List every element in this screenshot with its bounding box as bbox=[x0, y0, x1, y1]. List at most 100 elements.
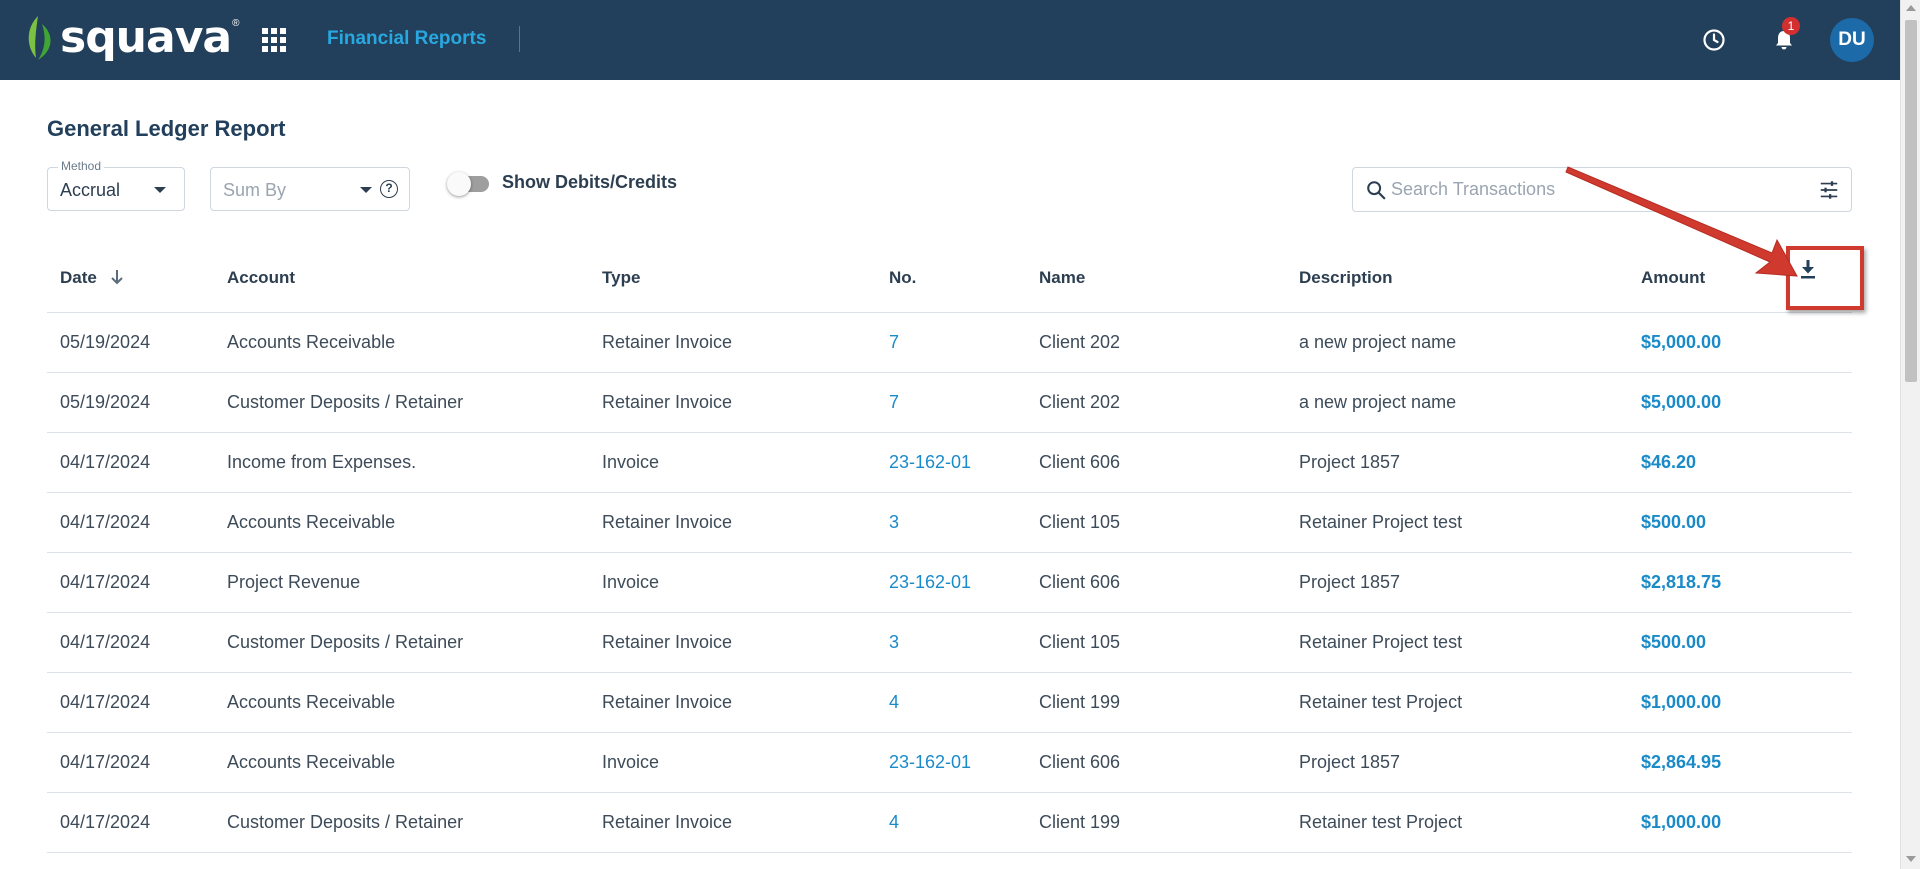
page-scrollbar[interactable] bbox=[1900, 0, 1920, 869]
cell-amount-link[interactable]: $5,000.00 bbox=[1641, 332, 1721, 353]
cell-number-link[interactable]: 23-162-01 bbox=[889, 572, 971, 593]
table-row[interactable]: 04/17/2024 Customer Deposits / Retainer Re… bbox=[47, 793, 1852, 853]
sliders-icon[interactable] bbox=[1818, 179, 1840, 201]
table-row[interactable]: 04/17/2024 Accounts Receivable Invoice 23-1… bbox=[47, 733, 1852, 793]
table-header-row: Date Account Type No. Name Description A… bbox=[47, 248, 1852, 313]
cell-name: Client 606 bbox=[1039, 572, 1121, 592]
registered-mark: ® bbox=[232, 18, 240, 29]
search-input[interactable] bbox=[1391, 169, 1791, 210]
scroll-up-arrow-icon[interactable] bbox=[1906, 5, 1916, 11]
cell-date: 04/17/2024 bbox=[60, 812, 151, 832]
user-avatar[interactable]: DU bbox=[1830, 18, 1874, 62]
column-header-date[interactable]: Date bbox=[60, 268, 124, 288]
cell-type: Retainer Invoice bbox=[602, 692, 733, 712]
column-header-no[interactable]: No. bbox=[889, 268, 916, 288]
cell-account: Accounts Receivable bbox=[227, 692, 396, 712]
cell-description: Project 1857 bbox=[1299, 572, 1401, 592]
cell-type: Retainer Invoice bbox=[602, 392, 733, 412]
cell-amount-link[interactable]: $500.00 bbox=[1641, 632, 1706, 653]
cell-account: Customer Deposits / Retainer bbox=[227, 392, 464, 412]
module-title[interactable]: Financial Reports bbox=[327, 28, 486, 50]
cell-description: a new project name bbox=[1299, 392, 1457, 412]
column-header-type[interactable]: Type bbox=[602, 268, 640, 288]
column-header-amount[interactable]: Amount bbox=[1641, 268, 1705, 288]
column-header-description[interactable]: Description bbox=[1299, 268, 1393, 288]
cell-account: Customer Deposits / Retainer bbox=[227, 632, 464, 652]
table-row[interactable]: 04/17/2024 Accounts Receivable Retainer In… bbox=[47, 673, 1852, 733]
cell-number-link[interactable]: 4 bbox=[889, 692, 899, 713]
cell-date: 04/17/2024 bbox=[60, 692, 151, 712]
page-title: General Ledger Report bbox=[47, 116, 286, 141]
cell-date: 05/19/2024 bbox=[60, 392, 151, 412]
cell-number-link[interactable]: 3 bbox=[889, 632, 899, 653]
show-debits-credits-toggle[interactable] bbox=[447, 172, 491, 196]
cell-number-link[interactable]: 3 bbox=[889, 512, 899, 533]
cell-date: 04/17/2024 bbox=[60, 512, 151, 532]
table-row[interactable]: 04/17/2024 Project Revenue Invoice 23-162-0… bbox=[47, 553, 1852, 613]
cell-name: Client 199 bbox=[1039, 692, 1121, 712]
cell-description: Retainer Project test bbox=[1299, 632, 1463, 652]
brand-name: squava bbox=[60, 12, 232, 63]
table-row[interactable]: 04/17/2024 Accounts Receivable Retainer In… bbox=[47, 493, 1852, 553]
cell-number-link[interactable]: 4 bbox=[889, 812, 899, 833]
sum-by-select[interactable]: Sum By ? bbox=[210, 167, 410, 211]
column-header-account[interactable]: Account bbox=[227, 268, 295, 288]
leaf-logo-icon bbox=[28, 15, 51, 60]
cell-type: Retainer Invoice bbox=[602, 332, 733, 352]
cell-account: Accounts Receivable bbox=[227, 512, 396, 532]
cell-type: Invoice bbox=[602, 752, 660, 772]
cell-number-link[interactable]: 7 bbox=[889, 332, 899, 353]
cell-number-link[interactable]: 23-162-01 bbox=[889, 752, 971, 773]
cell-account: Project Revenue bbox=[227, 572, 361, 592]
table-row[interactable]: 04/17/2024 Income from Expenses. Invoice 23… bbox=[47, 433, 1852, 493]
cell-date: 04/17/2024 bbox=[60, 752, 151, 772]
general-ledger-table: Date Account Type No. Name Description A… bbox=[47, 248, 1852, 853]
cell-type: Retainer Invoice bbox=[602, 512, 733, 532]
cell-amount-link[interactable]: $5,000.00 bbox=[1641, 392, 1721, 413]
column-header-label: Date bbox=[60, 268, 97, 287]
top-navigation-bar: squava ® Financial Reports 1 DU bbox=[0, 0, 1900, 80]
table-row[interactable]: 05/19/2024 Accounts Receivable Retainer In… bbox=[47, 313, 1852, 373]
cell-number-link[interactable]: 7 bbox=[889, 392, 899, 413]
help-icon[interactable]: ? bbox=[380, 180, 398, 198]
cell-type: Retainer Invoice bbox=[602, 812, 733, 832]
scrollbar-thumb[interactable] bbox=[1905, 20, 1917, 382]
table-row[interactable]: 05/19/2024 Customer Deposits / Retainer Re… bbox=[47, 373, 1852, 433]
cell-date: 04/17/2024 bbox=[60, 632, 151, 652]
grid-icon[interactable] bbox=[262, 28, 286, 52]
cell-description: Project 1857 bbox=[1299, 452, 1401, 472]
cell-description: Project 1857 bbox=[1299, 752, 1401, 772]
cell-name: Client 202 bbox=[1039, 332, 1121, 352]
cell-name: Client 105 bbox=[1039, 632, 1121, 652]
cell-account: Customer Deposits / Retainer bbox=[227, 812, 464, 832]
cell-description: Retainer test Project bbox=[1299, 692, 1463, 712]
cell-account: Accounts Receivable bbox=[227, 332, 396, 352]
cell-amount-link[interactable]: $2,864.95 bbox=[1641, 752, 1721, 773]
clock-icon[interactable] bbox=[1702, 28, 1726, 52]
cell-type: Invoice bbox=[602, 452, 660, 472]
column-header-name[interactable]: Name bbox=[1039, 268, 1085, 288]
scroll-down-arrow-icon[interactable] bbox=[1906, 856, 1916, 862]
cell-type: Invoice bbox=[602, 572, 660, 592]
notification-badge: 1 bbox=[1782, 17, 1800, 35]
table-row[interactable]: 04/17/2024 Customer Deposits / Retainer Re… bbox=[47, 613, 1852, 673]
table-body: 05/19/2024 Accounts Receivable Retainer In… bbox=[47, 313, 1852, 853]
cell-name: Client 202 bbox=[1039, 392, 1121, 412]
cell-number-link[interactable]: 23-162-01 bbox=[889, 452, 971, 473]
header-divider bbox=[519, 26, 520, 52]
cell-amount-link[interactable]: $46.20 bbox=[1641, 452, 1696, 473]
cell-name: Client 199 bbox=[1039, 812, 1121, 832]
cell-amount-link[interactable]: $500.00 bbox=[1641, 512, 1706, 533]
cell-name: Client 606 bbox=[1039, 752, 1121, 772]
cell-date: 04/17/2024 bbox=[60, 452, 151, 472]
cell-description: Retainer test Project bbox=[1299, 812, 1463, 832]
toggle-label: Show Debits/Credits bbox=[502, 172, 678, 192]
cell-amount-link[interactable]: $1,000.00 bbox=[1641, 812, 1721, 833]
cell-description: a new project name bbox=[1299, 332, 1457, 352]
cell-amount-link[interactable]: $1,000.00 bbox=[1641, 692, 1721, 713]
method-select[interactable]: Method Accrual bbox=[47, 159, 185, 211]
squava-logo[interactable]: squava ® bbox=[24, 12, 239, 63]
cell-date: 04/17/2024 bbox=[60, 572, 151, 592]
cell-amount-link[interactable]: $2,818.75 bbox=[1641, 572, 1721, 593]
method-label: Method bbox=[58, 159, 105, 173]
